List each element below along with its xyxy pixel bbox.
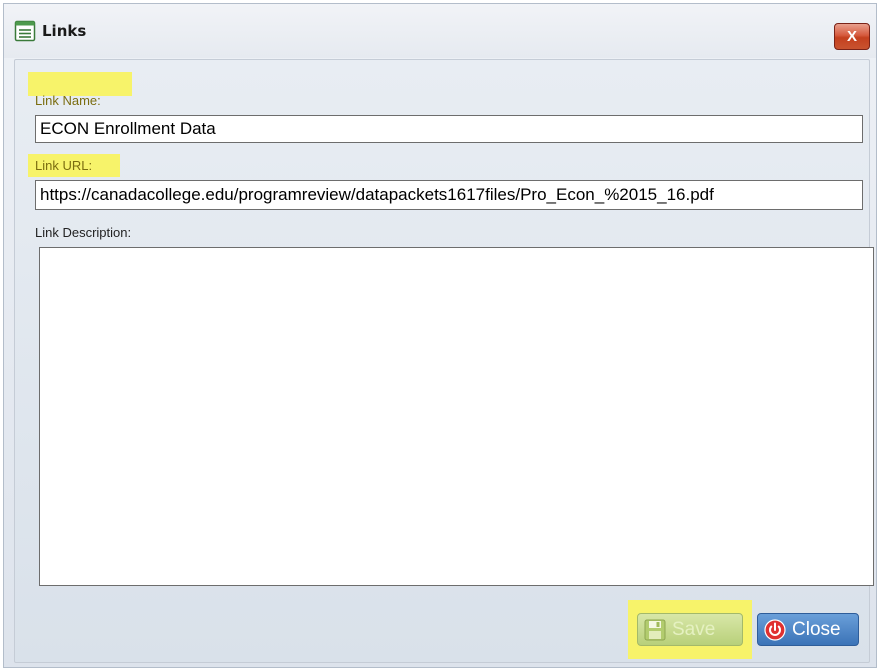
dialog-close-button[interactable]: X bbox=[834, 23, 870, 50]
links-dialog: Links X Link Name: Link URL: Link Descri… bbox=[3, 3, 877, 668]
form-window-icon bbox=[14, 20, 36, 42]
link-url-input[interactable] bbox=[35, 180, 863, 210]
title-bar: Links X bbox=[4, 4, 876, 58]
link-name-label: Link Name: bbox=[35, 93, 101, 108]
close-button[interactable]: Close bbox=[757, 613, 859, 646]
link-description-textarea[interactable] bbox=[39, 247, 874, 586]
floppy-disk-icon bbox=[644, 619, 666, 640]
save-button[interactable]: Save bbox=[637, 613, 743, 646]
link-name-input[interactable] bbox=[35, 115, 863, 143]
dialog-title: Links bbox=[42, 22, 87, 40]
close-x-icon: X bbox=[846, 28, 857, 45]
power-icon bbox=[764, 618, 786, 641]
save-button-label: Save bbox=[672, 618, 716, 640]
close-button-label: Close bbox=[792, 618, 841, 640]
form-panel: Link Name: Link URL: Link Description: S… bbox=[14, 59, 874, 663]
link-url-label: Link URL: bbox=[35, 158, 93, 173]
link-description-label: Link Description: bbox=[35, 225, 132, 240]
